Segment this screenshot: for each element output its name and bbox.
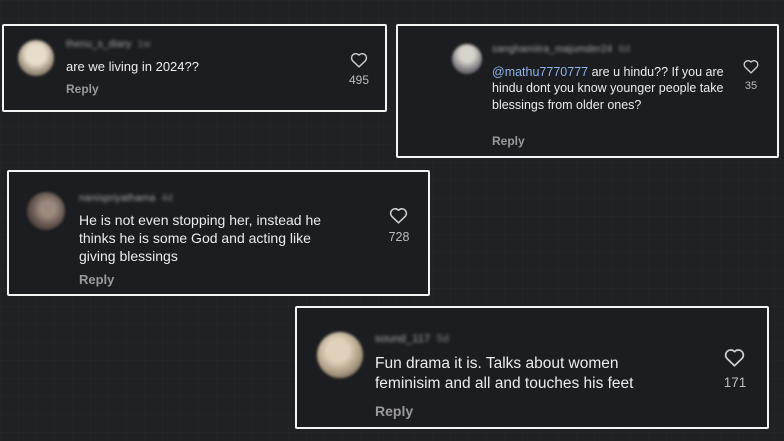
comment-time: 5d [436,333,450,345]
comment-text: are we living in 2024?? [66,59,199,74]
reply-button[interactable]: Reply [66,82,99,96]
comment-time: 4d [161,193,173,204]
avatar[interactable] [452,44,482,74]
like-count: 495 [348,73,370,87]
heart-outline-icon[interactable] [743,59,759,74]
avatar[interactable] [317,332,363,378]
reply-button[interactable]: Reply [492,134,525,148]
comment-text: Fun drama it is. Talks about women femin… [375,355,634,392]
reply-button[interactable]: Reply [79,272,114,287]
comment-time: 6d [618,44,631,55]
comment-username[interactable]: sanghamitra_majumder24 6d [492,44,630,55]
comment-username[interactable]: sound_117 5d [375,333,449,345]
comment-card-3: nanispriyathama 4d He is not even stoppin… [7,170,430,296]
reply-button[interactable]: Reply [375,403,413,419]
comment-card-4: sound_117 5d Fun drama it is. Talks about… [295,306,769,429]
comment-time: 1w [137,39,151,50]
user-mention[interactable]: @mathu7770777 [492,65,588,79]
like-count: 35 [744,80,758,92]
comment-username[interactable]: nanispriyathama 4d [79,193,173,204]
avatar[interactable] [27,192,65,230]
heart-outline-icon[interactable] [389,207,408,224]
like-count: 171 [723,375,747,390]
comment-text: @mathu7770777 are u hindu?? If you are h… [492,65,724,112]
heart-outline-icon[interactable] [350,52,368,68]
heart-outline-icon[interactable] [724,348,745,367]
like-count: 728 [388,230,410,244]
comment-text: He is not even stopping her, instead he … [79,212,322,264]
comment-card-2: sanghamitra_majumder24 6d @mathu7770777 a… [396,24,779,158]
comment-card-1: thenu_s_diary 1w are we living in 2024?? … [2,24,387,112]
comment-username[interactable]: thenu_s_diary 1w [66,39,151,50]
avatar[interactable] [18,40,54,76]
